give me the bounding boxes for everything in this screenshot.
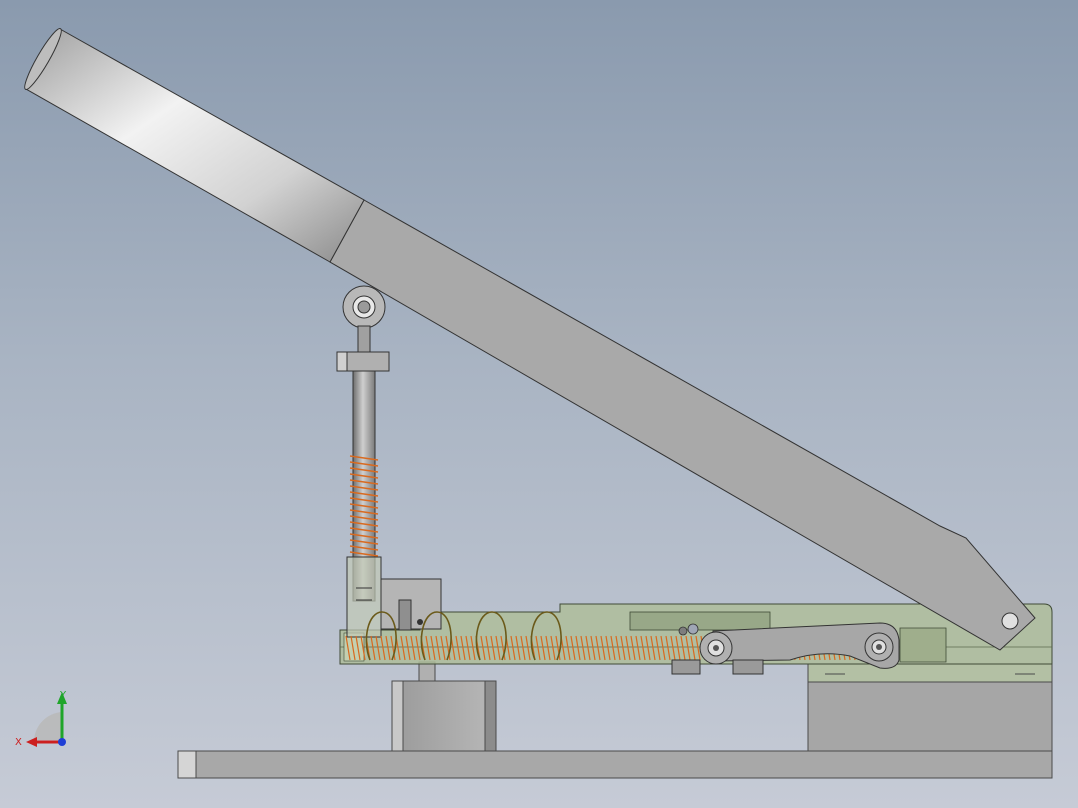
z-axis-dot [58, 738, 66, 746]
x-axis-arrowhead [26, 737, 37, 747]
right-support-block [807, 663, 1053, 752]
assembly-scene: Y X [15, 28, 1053, 779]
cad-viewport[interactable]: Y X [0, 0, 1078, 808]
y-axis-label: Y [59, 690, 67, 701]
left-support-block [391, 661, 497, 752]
axis-triad: Y X [15, 690, 67, 748]
handle-grip [24, 28, 365, 263]
triad-quadrant [34, 712, 62, 740]
eye-bolt [336, 285, 390, 372]
x-axis-label: X [15, 737, 22, 748]
base-plate [177, 750, 1053, 779]
